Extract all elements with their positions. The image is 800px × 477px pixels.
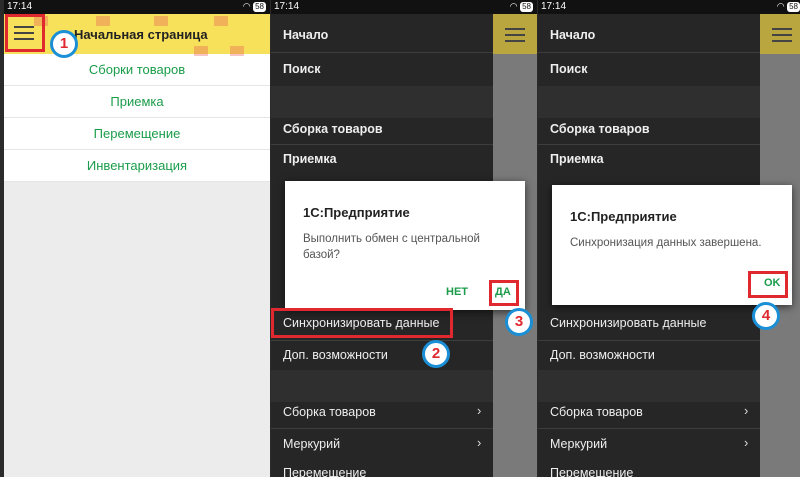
- chevron-right-icon: ›: [744, 403, 749, 418]
- drawer-item-poisk[interactable]: Поиск: [550, 62, 588, 76]
- highlight-yes: [489, 280, 519, 306]
- drawer-item-priemka[interactable]: Приемка: [550, 152, 604, 166]
- chevron-right-icon: ›: [477, 435, 482, 450]
- status-time: 17:14: [7, 1, 33, 12]
- drawer-item-poisk[interactable]: Поиск: [283, 62, 321, 76]
- highlight-menu-icon: [5, 14, 45, 52]
- status-icons: ◠ 58: [510, 1, 533, 12]
- chevron-right-icon: ›: [477, 403, 482, 418]
- status-time: 17:14: [541, 1, 567, 12]
- highlight-sync: [271, 308, 453, 338]
- drawer-item-sborka[interactable]: Сборка товаров: [550, 122, 650, 136]
- home-item-sborki[interactable]: Сборки товаров: [4, 54, 270, 86]
- page-title: Начальная страница: [74, 27, 208, 42]
- wifi-icon: ◠: [776, 1, 785, 11]
- drawer-item-sborka[interactable]: Сборка товаров: [283, 122, 383, 136]
- battery-icon: 58: [787, 2, 800, 12]
- step-badge-2: 2: [422, 340, 450, 368]
- status-bar: 17:14 ◠ 58: [271, 0, 537, 14]
- highlight-ok: [748, 271, 788, 298]
- no-button[interactable]: НЕТ: [446, 286, 468, 298]
- dialog-message-line2: базой?: [303, 249, 340, 261]
- dialog-title: 1С:Предприятие: [303, 205, 410, 220]
- drawer-item-sborka-2[interactable]: Сборка товаров: [283, 405, 376, 419]
- screen-sync-done: 17:14 ◠ 58 Начало Поиск Сборка товаров П…: [538, 0, 800, 477]
- dialog-title: 1С:Предприятие: [570, 209, 677, 224]
- dialog-message-line1: Выполнить обмен с центральной: [303, 233, 480, 245]
- drawer-item-merkuriy[interactable]: Меркурий: [283, 437, 340, 451]
- drawer-item-sync[interactable]: Синхронизировать данные: [550, 316, 706, 330]
- screen-home: 17:14 ◠ 58 Начальная страница Сборки тов…: [4, 0, 270, 477]
- step-badge-3: 3: [505, 308, 533, 336]
- drawer-item-nachalo[interactable]: Начало: [283, 28, 328, 42]
- dialog-message: Выполнить обмен с центральной базой?: [303, 231, 480, 263]
- status-time: 17:14: [274, 1, 300, 12]
- drawer-item-priemka[interactable]: Приемка: [283, 152, 337, 166]
- drawer-item-nachalo[interactable]: Начало: [550, 28, 595, 42]
- drawer-item-peremeshchenie[interactable]: Перемещение: [550, 466, 633, 477]
- home-menu-list: Сборки товаров Приемка Перемещение Инвен…: [4, 54, 270, 182]
- home-item-peremeshchenie[interactable]: Перемещение: [4, 118, 270, 150]
- drawer-item-dop[interactable]: Доп. возможности: [283, 348, 388, 362]
- home-item-inventarizaciya[interactable]: Инвентаризация: [4, 150, 270, 182]
- menu-icon[interactable]: [505, 28, 525, 42]
- menu-icon[interactable]: [772, 28, 792, 42]
- drawer-item-dop[interactable]: Доп. возможности: [550, 348, 655, 362]
- drawer-item-peremeshchenie[interactable]: Перемещение: [283, 466, 366, 477]
- status-bar: 17:14 ◠ 58: [538, 0, 800, 14]
- battery-icon: 58: [520, 2, 533, 12]
- status-icons: ◠ 58: [777, 1, 800, 12]
- home-item-priemka[interactable]: Приемка: [4, 86, 270, 118]
- wifi-icon: ◠: [509, 1, 518, 11]
- status-icons: ◠ 58: [243, 1, 266, 12]
- screen-drawer-confirm: 17:14 ◠ 58 Начало Поиск Сборка товаров П…: [271, 0, 537, 477]
- status-bar: 17:14 ◠ 58: [4, 0, 270, 14]
- chevron-right-icon: ›: [744, 435, 749, 450]
- drawer-item-sborka-2[interactable]: Сборка товаров: [550, 405, 643, 419]
- step-badge-4: 4: [752, 302, 780, 330]
- wifi-icon: ◠: [242, 1, 251, 11]
- battery-icon: 58: [253, 2, 266, 12]
- step-badge-1: 1: [50, 30, 78, 58]
- dialog-message: Синхронизация данных завершена.: [570, 237, 762, 249]
- drawer-item-merkuriy[interactable]: Меркурий: [550, 437, 607, 451]
